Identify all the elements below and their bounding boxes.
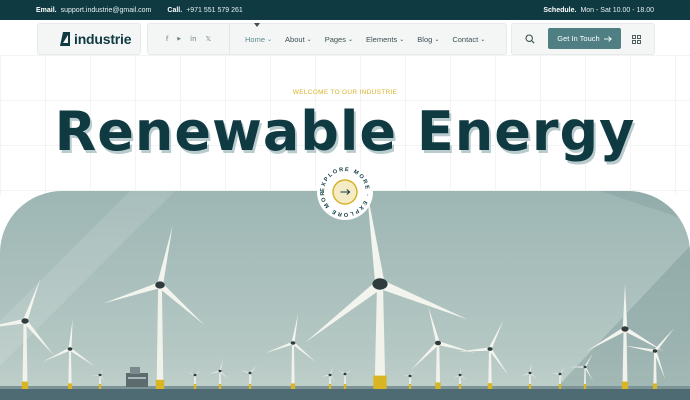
arrow-right-icon bbox=[603, 35, 612, 42]
youtube-icon[interactable]: ▶ bbox=[177, 36, 181, 42]
phone-link[interactable]: +971 551 579 261 bbox=[186, 7, 243, 14]
schedule-label: Schedule. bbox=[543, 6, 577, 14]
site-header: industrie f ▶ in 𝕏 Home ⌄ About ⌄ Pages … bbox=[0, 22, 690, 55]
email-label: Email. bbox=[36, 6, 57, 14]
email-link[interactable]: support.industrie@gmail.com bbox=[61, 7, 152, 14]
nav-item-blog[interactable]: Blog ⌄ bbox=[417, 35, 439, 44]
chevron-down-icon: ⌄ bbox=[306, 36, 312, 43]
get-in-touch-button[interactable]: Get In Touch bbox=[548, 28, 621, 49]
linkedin-icon[interactable]: in bbox=[190, 35, 196, 43]
chevron-down-icon: ⌄ bbox=[347, 36, 353, 43]
social-links: f ▶ in 𝕏 bbox=[148, 24, 230, 54]
chevron-down-icon: ⌄ bbox=[434, 36, 440, 43]
grid-menu-icon bbox=[632, 34, 641, 44]
nav-item-contact[interactable]: Contact ⌄ bbox=[452, 35, 485, 44]
x-twitter-icon[interactable]: 𝕏 bbox=[206, 35, 212, 43]
facebook-icon[interactable]: f bbox=[166, 35, 168, 43]
nav-label: Elements bbox=[366, 34, 398, 44]
logo-text: industrie bbox=[74, 31, 132, 47]
active-indicator bbox=[254, 22, 260, 27]
grid-menu-button[interactable] bbox=[619, 24, 654, 54]
chevron-down-icon: ⌄ bbox=[399, 36, 405, 43]
schedule-info: Schedule. Mon - Sat 10.00 - 18.00 bbox=[543, 7, 654, 14]
call-label: Call. bbox=[167, 6, 183, 14]
nav-item-home[interactable]: Home ⌄ bbox=[245, 22, 273, 44]
button-label: Get In Touch bbox=[557, 34, 600, 43]
hero-eyebrow: WELCOME TO OUR INDUSTRIE bbox=[292, 89, 398, 96]
main-navigation: f ▶ in 𝕏 Home ⌄ About ⌄ Pages ⌄ Elements… bbox=[147, 22, 507, 55]
nav-label: About bbox=[285, 34, 305, 44]
chevron-down-icon: ⌄ bbox=[267, 36, 273, 43]
nav-label: Home bbox=[245, 34, 266, 44]
nav-label: Pages bbox=[324, 34, 346, 44]
hero-image-wind-farm bbox=[0, 191, 690, 400]
hero-title: Renewable Energy bbox=[54, 100, 636, 163]
nav-menu: Home ⌄ About ⌄ Pages ⌄ Elements ⌄ Blog ⌄… bbox=[230, 22, 485, 54]
nav-label: Blog bbox=[417, 34, 433, 44]
schedule-value: Mon - Sat 10.00 - 18.00 bbox=[580, 6, 654, 14]
search-icon bbox=[525, 34, 535, 44]
header-actions: Get In Touch bbox=[511, 23, 655, 55]
search-button[interactable] bbox=[512, 24, 548, 54]
nav-label: Contact bbox=[452, 34, 479, 44]
chevron-down-icon: ⌄ bbox=[480, 36, 486, 43]
nav-item-elements[interactable]: Elements ⌄ bbox=[366, 35, 404, 44]
explore-more-badge[interactable]: EXPLORE MORE · EXPLORE MORE · bbox=[313, 159, 374, 221]
contact-info: Email. support.industrie@gmail.com Call.… bbox=[36, 7, 243, 14]
nav-item-about[interactable]: About ⌄ bbox=[285, 35, 312, 44]
top-contact-bar: Email. support.industrie@gmail.com Call.… bbox=[0, 0, 690, 20]
nav-item-pages[interactable]: Pages ⌄ bbox=[325, 35, 353, 44]
logo-link[interactable]: industrie bbox=[37, 23, 141, 55]
logo-icon bbox=[56, 32, 70, 46]
